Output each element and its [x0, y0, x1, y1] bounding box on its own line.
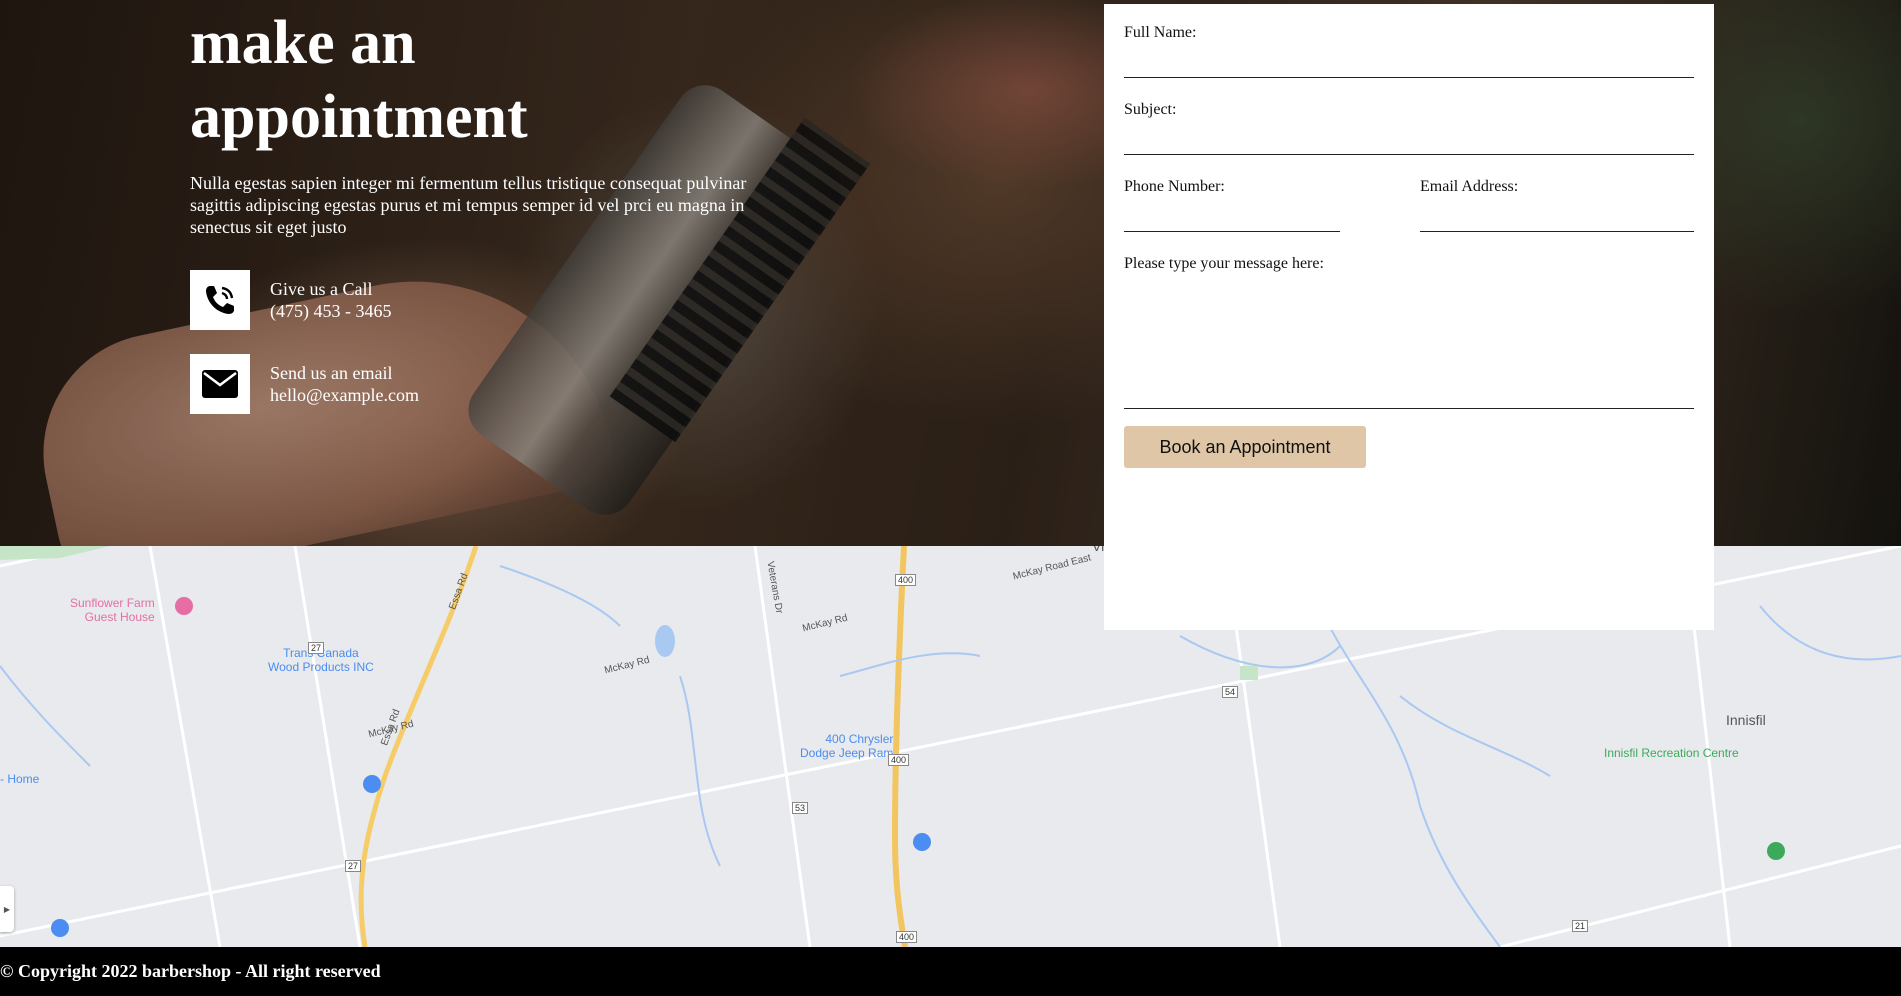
map-label-home[interactable]: - Home — [0, 772, 39, 786]
book-appointment-button[interactable]: Book an Appointment — [1124, 426, 1366, 468]
hero-description: Nulla egestas sapien integer mi fermentu… — [190, 173, 747, 237]
contact-call-text: Give us a Call (475) 453 - 3465 — [270, 278, 391, 322]
phone-icon — [190, 270, 250, 330]
chevron-right-icon: ▶ — [3, 904, 11, 914]
email-input[interactable] — [1420, 196, 1694, 232]
contact-email-address[interactable]: hello@example.com — [270, 384, 419, 406]
email-field: Email Address: — [1420, 178, 1694, 232]
map-side-panel-toggle[interactable]: ▶ — [0, 886, 14, 932]
page-title: make an appointment — [190, 6, 690, 154]
map-shield-54: 54 — [1222, 686, 1239, 698]
contact-email: Send us an email hello@example.com — [190, 354, 419, 414]
email-label: Email Address: — [1420, 178, 1519, 195]
map-shield-27-bottom: 27 — [345, 860, 362, 872]
map-label-home-text: Home — [7, 772, 40, 786]
contact-email-label: Send us an email — [270, 363, 393, 383]
phone-input[interactable] — [1124, 196, 1340, 232]
message-textarea[interactable] — [1124, 273, 1694, 409]
subject-input[interactable] — [1124, 119, 1694, 155]
envelope-icon — [190, 354, 250, 414]
map-label-innisfil: Innisfil — [1726, 712, 1766, 728]
phone-label: Phone Number: — [1124, 178, 1225, 195]
map-label-sunflower-line2: Guest House — [84, 610, 155, 624]
map-shield-400-bottom: 400 — [896, 931, 918, 943]
map-label-trans-canada-line2: Wood Products INC — [268, 660, 374, 674]
appointment-form: Full Name: Subject: Phone Number: Email … — [1104, 4, 1714, 630]
subject-field: Subject: — [1124, 101, 1694, 155]
map-label-chrysler-line2: Dodge Jeep Ram — [800, 746, 894, 760]
page-title-line1: make an — [190, 9, 416, 77]
phone-field: Phone Number: — [1124, 178, 1340, 232]
contact-call-label: Give us a Call — [270, 279, 373, 299]
full-name-input[interactable] — [1124, 42, 1694, 78]
page-title-line2: appointment — [190, 83, 528, 151]
map-shield-53: 53 — [792, 802, 809, 814]
message-label: Please type your message here: — [1124, 255, 1324, 272]
map-shield-27-top: 27 — [308, 642, 325, 654]
map-label-innisfil-recreation[interactable]: Innisfil Recreation Centre — [1604, 746, 1739, 760]
map-label-chrysler-line1: 400 Chrysler — [825, 732, 894, 746]
footer: © Copyright 2022 barbershop - All right … — [0, 947, 1901, 996]
contact-call: Give us a Call (475) 453 - 3465 — [190, 270, 391, 330]
footer-copyright: © Copyright 2022 barbershop - All right … — [0, 961, 381, 981]
map-label-sunflower-farm[interactable]: Sunflower Farm Guest House — [70, 596, 155, 624]
message-field: Please type your message here: — [1124, 255, 1694, 409]
contact-email-text: Send us an email hello@example.com — [270, 362, 419, 406]
map-shield-400-mid: 400 — [888, 754, 910, 766]
map-label-sunflower-line1: Sunflower Farm — [70, 596, 155, 610]
full-name-label: Full Name: — [1124, 24, 1197, 41]
map-label-chrysler[interactable]: 400 Chrysler Dodge Jeep Ram — [800, 732, 893, 760]
full-name-field: Full Name: — [1124, 24, 1694, 78]
map-shield-21: 21 — [1572, 920, 1589, 932]
map-shield-400-top: 400 — [895, 574, 917, 586]
subject-label: Subject: — [1124, 101, 1177, 118]
contact-phone-number[interactable]: (475) 453 - 3465 — [270, 300, 391, 322]
